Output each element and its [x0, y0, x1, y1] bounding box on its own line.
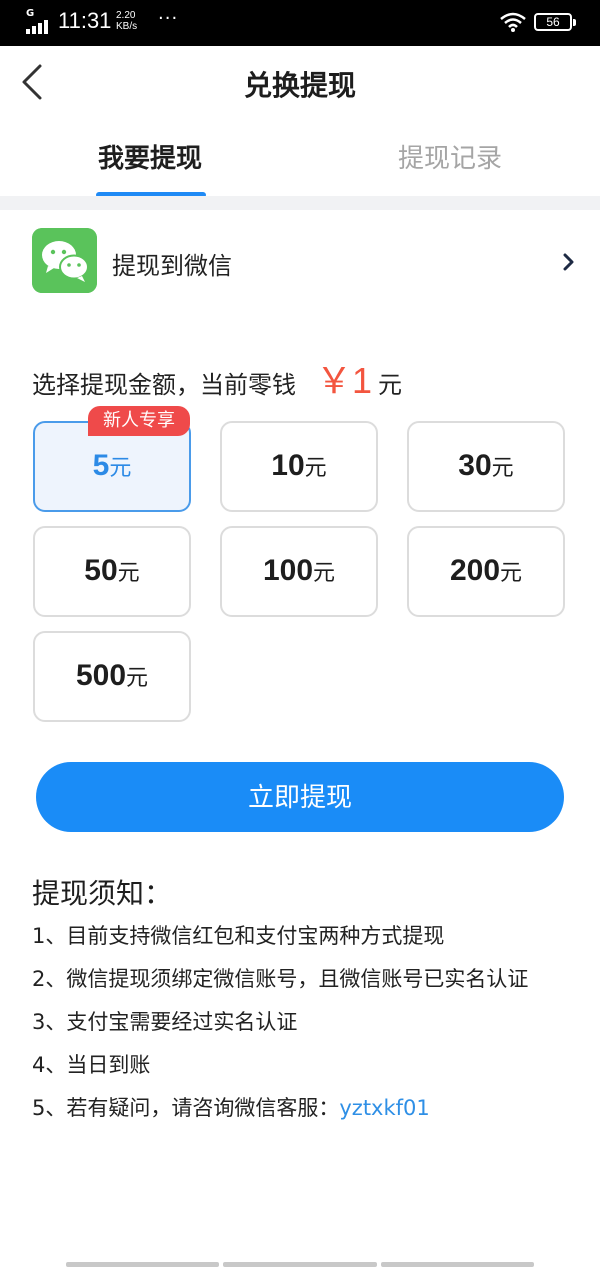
notice-item-text: 5、若有疑问，请咨询微信客服：	[32, 1096, 340, 1120]
nav-bar: 兑换提现	[0, 46, 600, 118]
status-time: 11:31	[58, 8, 112, 33]
network-speed: 2.20 KB/s	[116, 10, 137, 32]
notice-item-text: 4、当日到账	[32, 1053, 151, 1077]
balance-value: ￥1	[316, 360, 373, 401]
notice-title: 提现须知：	[32, 877, 173, 910]
amount-value: 50	[84, 554, 118, 587]
chevron-left-icon	[22, 64, 42, 100]
new-user-badge: 新人专享	[88, 406, 190, 436]
amount-option-10[interactable]: 10 元	[220, 421, 378, 512]
speed-value: 2.20	[116, 10, 136, 21]
section-divider	[0, 196, 600, 210]
amount-header: 选择提现金额，当前零钱 ￥1 元	[32, 352, 402, 402]
tab-withdraw[interactable]: 我要提现	[0, 138, 300, 175]
balance-unit: 元	[378, 371, 403, 399]
back-button[interactable]	[16, 60, 56, 104]
notice-item-text: 1、目前支持微信红包和支付宝两种方式提现	[32, 924, 445, 948]
amount-value: 200	[449, 554, 501, 587]
notice-item: 1、目前支持微信红包和支付宝两种方式提现	[32, 920, 528, 963]
amount-value: 5	[92, 449, 110, 482]
wechat-icon	[32, 228, 97, 293]
amount-unit: 元	[117, 561, 140, 586]
amount-unit: 元	[126, 666, 149, 691]
amount-unit: 元	[109, 456, 132, 481]
amount-unit: 元	[313, 561, 336, 586]
amount-option-30[interactable]: 30 元	[407, 421, 565, 512]
notice-item: 5、若有疑问，请咨询微信客服：yztxkf01	[32, 1092, 528, 1135]
status-bar: G 11:31 2.20 KB/s ··· 56	[0, 0, 600, 46]
amount-unit: 元	[500, 561, 523, 586]
customer-service-id[interactable]: yztxkf01	[339, 1096, 429, 1120]
notice-item-text: 3、支付宝需要经过实名认证	[32, 1010, 298, 1034]
amount-option-100[interactable]: 100 元	[220, 526, 378, 617]
signal-icon	[26, 20, 48, 34]
tab-withdraw-records[interactable]: 提现记录	[300, 138, 600, 175]
speed-unit: KB/s	[116, 21, 138, 32]
notice-list: 1、目前支持微信红包和支付宝两种方式提现 2、微信提现须绑定微信账号，且微信账号…	[32, 920, 528, 1135]
bottom-gesture-bar	[66, 1262, 534, 1267]
amount-value: 10	[271, 449, 305, 482]
withdraw-target-label: 提现到微信	[112, 252, 232, 280]
battery-icon: 56	[534, 13, 576, 31]
withdraw-target-row[interactable]: 提现到微信	[0, 210, 600, 314]
notice-item: 3、支付宝需要经过实名认证	[32, 1006, 528, 1049]
notice-item-text: 2、微信提现须绑定微信账号，且微信账号已实名认证	[32, 967, 529, 991]
amount-value: 30	[458, 449, 492, 482]
amount-prompt: 选择提现金额，当前零钱	[32, 371, 296, 399]
notice-item: 4、当日到账	[32, 1049, 528, 1092]
amount-unit: 元	[491, 456, 514, 481]
amount-value: 500	[75, 659, 127, 692]
notice-item: 2、微信提现须绑定微信账号，且微信账号已实名认证	[32, 963, 528, 1006]
amount-option-500[interactable]: 500 元	[33, 631, 191, 722]
amount-unit: 元	[304, 456, 327, 481]
network-type: G	[26, 8, 35, 19]
tab-bar: 我要提现 提现记录	[0, 118, 600, 198]
amount-value: 100	[262, 554, 314, 587]
page-title: 兑换提现	[243, 69, 356, 102]
wifi-icon	[500, 12, 526, 32]
amount-option-200[interactable]: 200 元	[407, 526, 565, 617]
amount-option-50[interactable]: 50 元	[33, 526, 191, 617]
withdraw-now-button[interactable]: 立即提现	[36, 762, 564, 832]
chevron-right-icon	[563, 253, 574, 271]
more-notifications-icon: ···	[158, 8, 179, 29]
